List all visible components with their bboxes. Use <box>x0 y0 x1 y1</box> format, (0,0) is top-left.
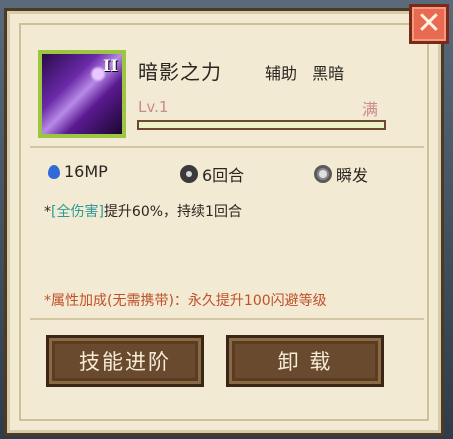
close-button[interactable]: ✕ <box>409 4 449 44</box>
skill-upgrade-button[interactable]: 技能进阶 <box>46 335 204 387</box>
level-max-label: 满 <box>362 100 379 119</box>
divider-bottom <box>30 318 424 320</box>
desc-text: 提升60%，持续1回合 <box>103 204 242 220</box>
instant-cast-icon <box>314 165 332 183</box>
skill-icon: II <box>38 50 126 138</box>
mp-cost: 16MP <box>64 162 108 181</box>
stat-cast: 瞬发 <box>314 162 368 186</box>
attribute-bonus: *属性加成(无需携带)：永久提升100闪避等级 <box>44 293 327 309</box>
unequip-button[interactable]: 卸 载 <box>226 335 384 387</box>
stat-mp: 16MP <box>48 162 108 181</box>
clock-icon <box>180 165 198 183</box>
level-progress-bar <box>137 120 386 130</box>
stat-duration: 6回合 <box>180 162 244 186</box>
shadow-power-art: II <box>42 54 122 134</box>
divider-top <box>30 146 424 148</box>
mana-drop-icon <box>48 164 60 179</box>
close-x-icon: ✕ <box>416 6 442 41</box>
duration-value: 6回合 <box>202 166 245 185</box>
desc-prefix: * <box>44 204 51 220</box>
skill-tags: 辅助 黑暗 <box>265 64 345 83</box>
cast-type: 瞬发 <box>336 166 369 185</box>
skill-name: 暗影之力 <box>138 60 222 84</box>
skill-tier-badge: II <box>103 56 118 75</box>
desc-highlight: [全伤害] <box>51 204 104 220</box>
skill-description: *[全伤害]提升60%，持续1回合 <box>44 201 242 221</box>
level-label: Lv.1 <box>138 98 169 116</box>
level-progress-fill <box>139 122 384 128</box>
